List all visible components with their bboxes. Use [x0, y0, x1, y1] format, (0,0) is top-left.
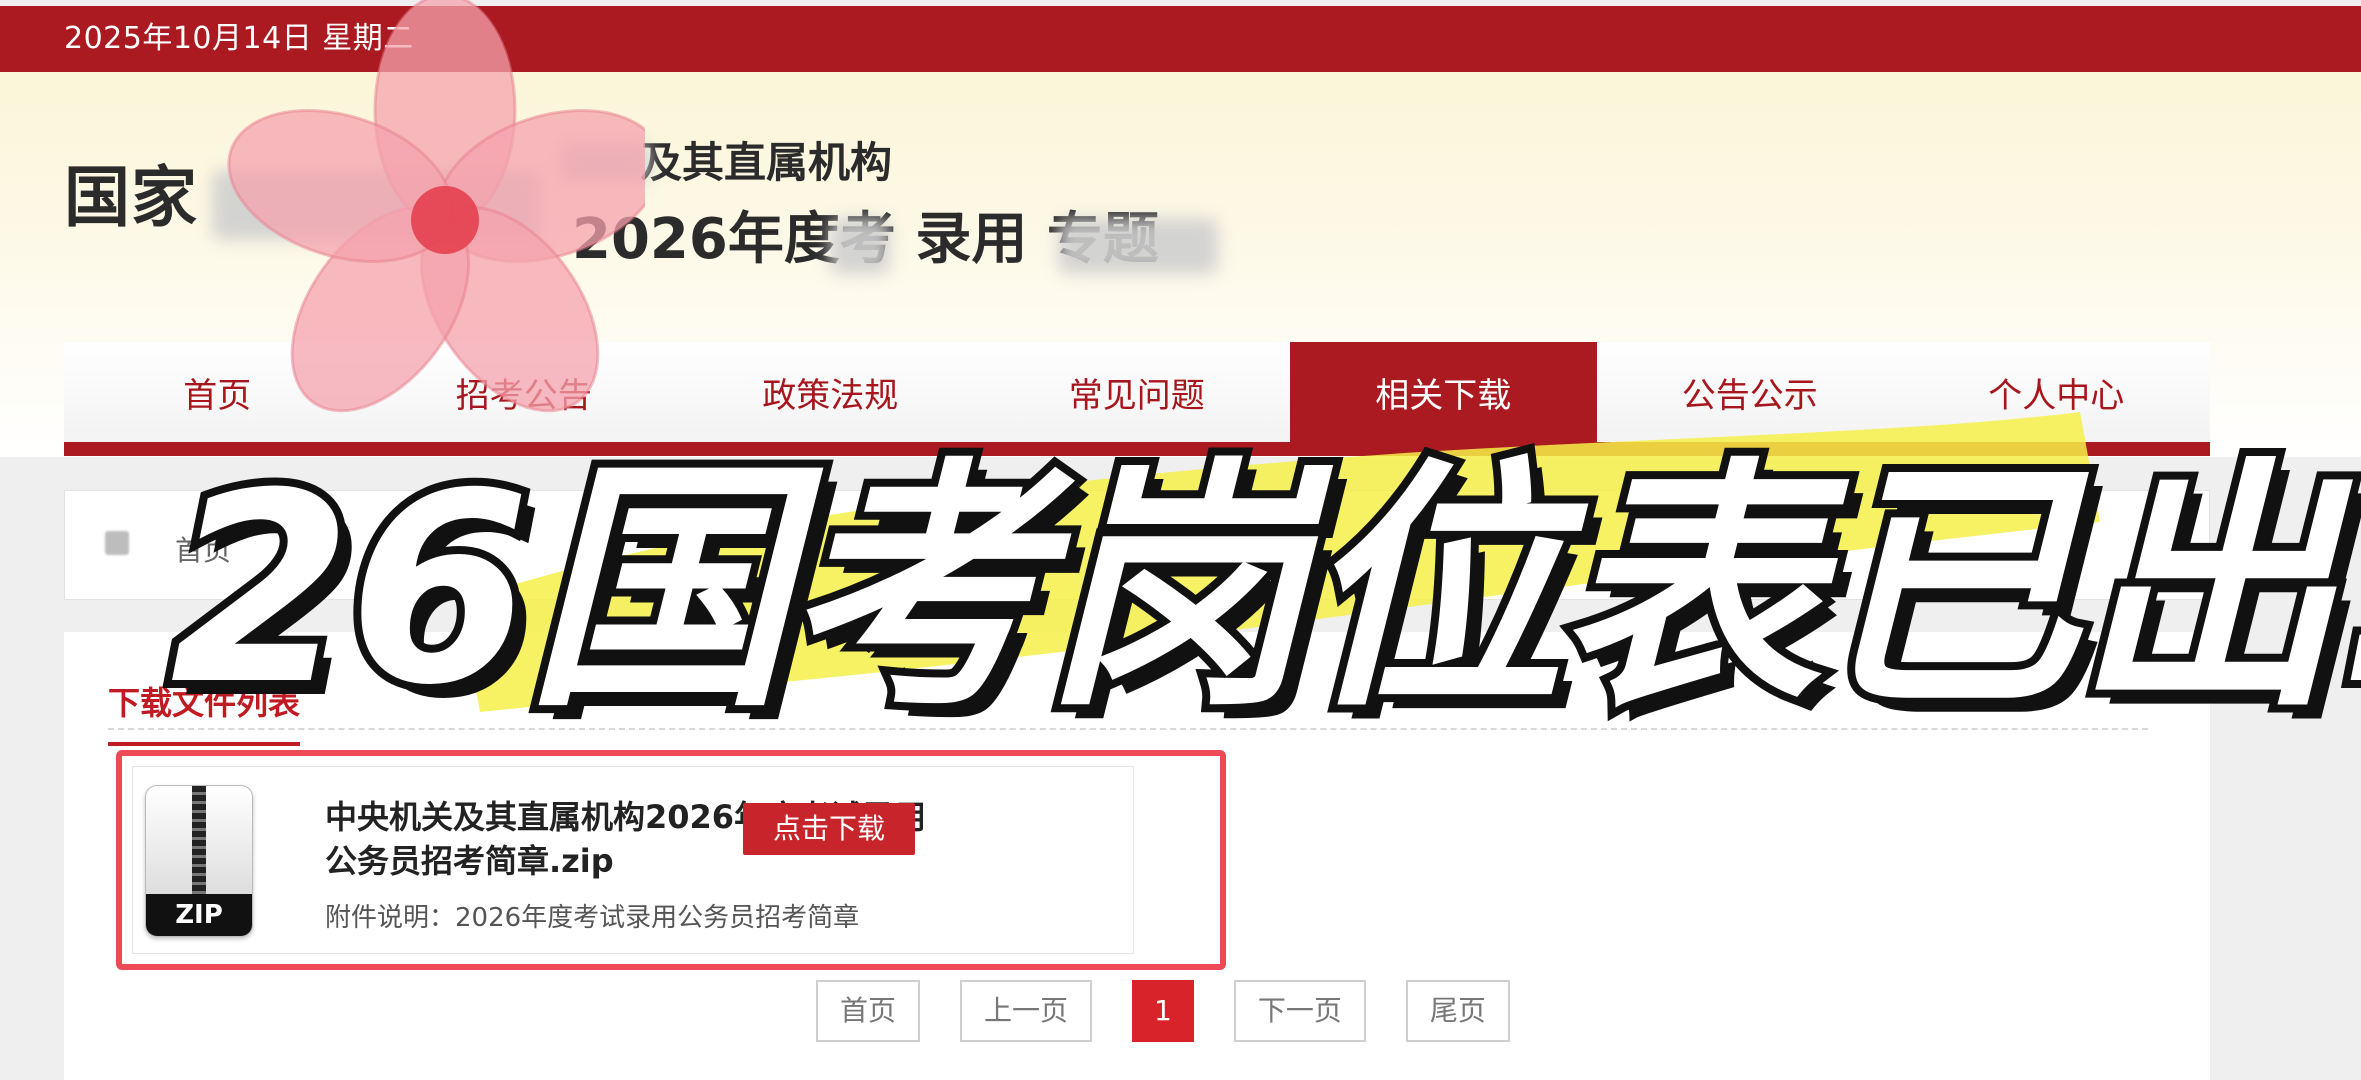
- nav-policies[interactable]: 政策法规: [677, 342, 984, 442]
- page-prev-button[interactable]: 上一页: [960, 980, 1093, 1042]
- file-item: ZIP 中央机关及其直属机构2026年度考试录用公务员招考简章.zip 附件说明…: [132, 766, 1134, 954]
- censored-region: [830, 218, 890, 274]
- nav-recruitment-notice[interactable]: 招考公告: [371, 342, 678, 442]
- nav-downloads[interactable]: 相关下载: [1290, 342, 1597, 442]
- zip-file-icon: ZIP: [145, 785, 253, 937]
- zipper-graphic: [192, 786, 206, 896]
- pagination: 首页 上一页 1 下一页 尾页: [816, 980, 1510, 1042]
- page-first-button[interactable]: 首页: [816, 980, 921, 1042]
- top-date-bar: 2025年10月14日 星期二: [0, 6, 2361, 72]
- home-icon: [105, 531, 129, 555]
- download-button[interactable]: 点击下载: [743, 803, 915, 855]
- nav-faq[interactable]: 常见问题: [984, 342, 1291, 442]
- zip-icon-label: ZIP: [146, 894, 252, 936]
- page-last-button[interactable]: 尾页: [1405, 980, 1510, 1042]
- censored-region: [212, 170, 542, 240]
- censored-region: [1058, 218, 1218, 274]
- page-current[interactable]: 1: [1132, 980, 1194, 1042]
- nav-personal-center[interactable]: 个人中心: [1903, 342, 2210, 442]
- current-date: 2025年10月14日 星期二: [64, 21, 414, 56]
- site-title-main: 国家: [64, 159, 198, 236]
- file-description: 附件说明：2026年度考试录用公务员招考简章: [325, 903, 860, 933]
- file-item-highlight: ZIP 中央机关及其直属机构2026年度考试录用公务员招考简章.zip 附件说明…: [116, 750, 1226, 970]
- page-next-button[interactable]: 下一页: [1233, 980, 1366, 1042]
- overlay-headline: 26国考岗位表已出!: [162, 432, 2361, 748]
- nav-announcements[interactable]: 公告公示: [1597, 342, 1904, 442]
- censored-region: [560, 142, 650, 182]
- site-title-line1: 及其直属机构: [640, 138, 893, 187]
- nav-home[interactable]: 首页: [64, 342, 371, 442]
